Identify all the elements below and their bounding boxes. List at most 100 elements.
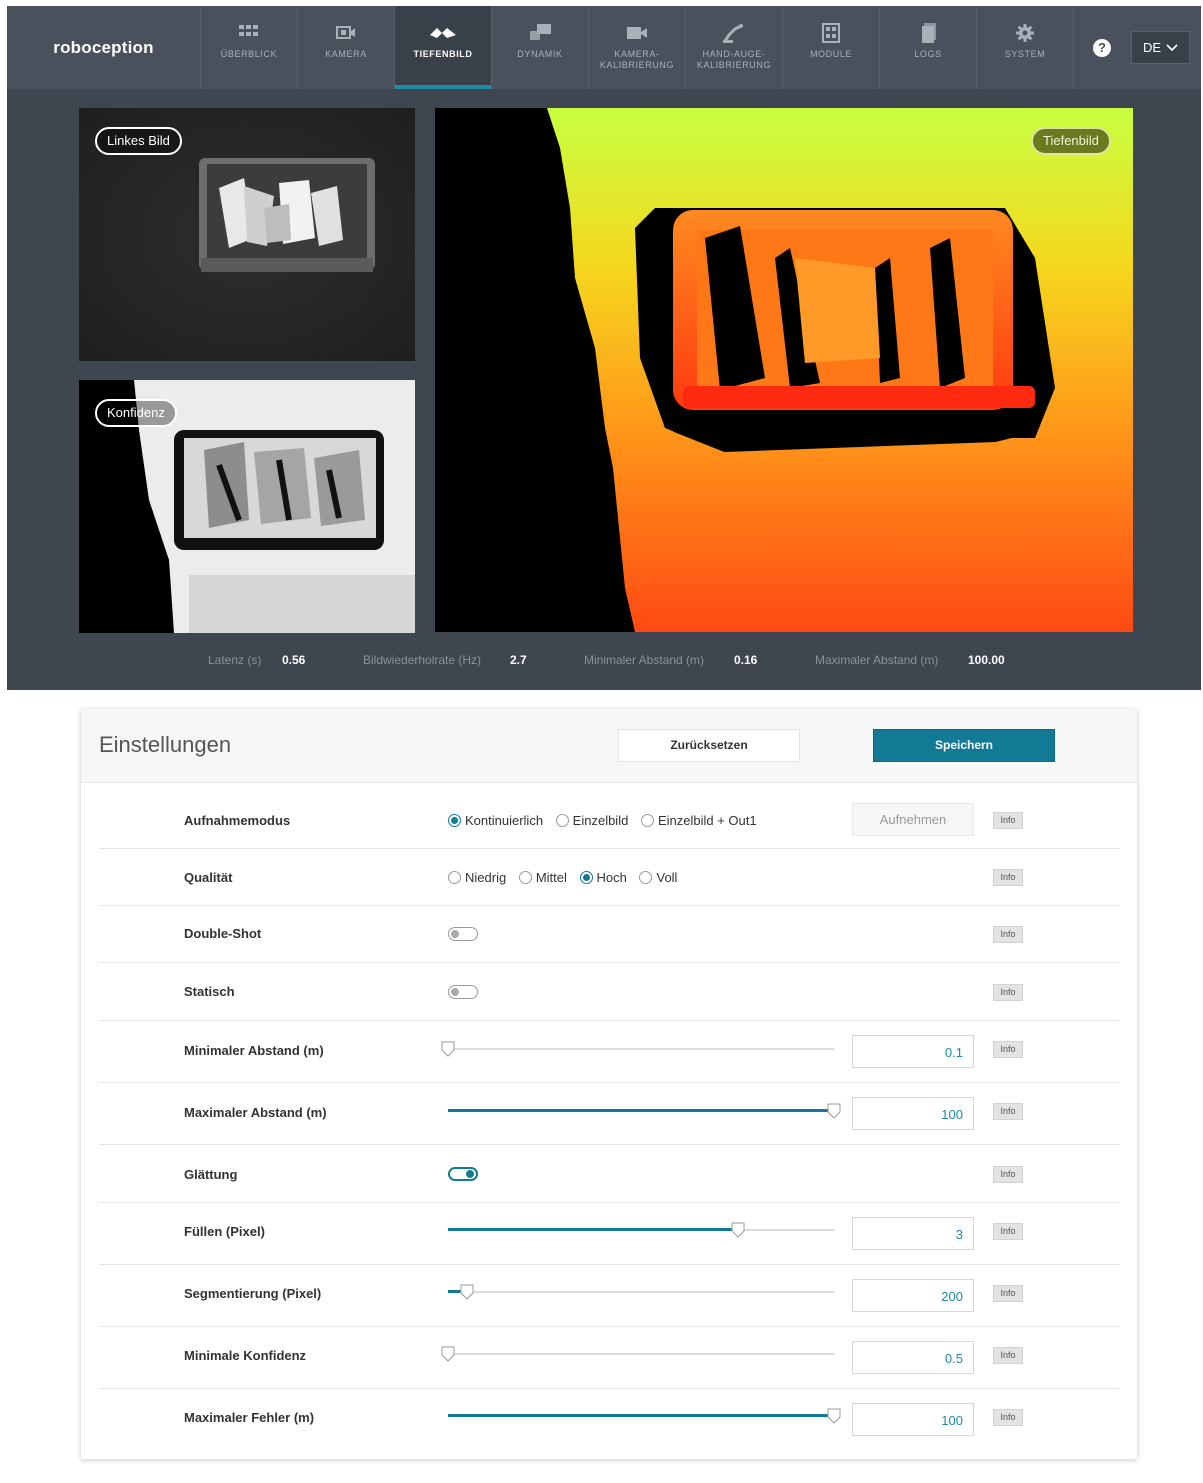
setting-label: Statisch	[184, 984, 235, 999]
capture-button[interactable]: Aufnehmen	[852, 803, 974, 836]
slider-thumb[interactable]	[460, 1284, 474, 1300]
depth-image-panel[interactable]: Tiefenbild	[435, 108, 1133, 632]
static-toggle[interactable]	[448, 985, 478, 999]
nav-item-system[interactable]: SYSTEM	[976, 6, 1073, 89]
fill-slider[interactable]	[448, 1222, 834, 1238]
nav-item-depth-image[interactable]: TIEFENBILD	[394, 6, 491, 89]
setting-label: Double-Shot	[184, 926, 262, 941]
toggle-knob	[466, 1170, 474, 1178]
radio-full[interactable]: Voll	[639, 870, 677, 885]
setting-row-min-confidence: Minimale Konfidenz 0.5 Info	[99, 1327, 1119, 1389]
setting-label: Maximaler Abstand (m)	[184, 1105, 327, 1120]
setting-row-max-distance: Maximaler Abstand (m) 100 Info	[99, 1083, 1119, 1145]
slider-track	[448, 1291, 834, 1293]
stat-label: Maximaler Abstand (m)	[815, 653, 939, 667]
nav-item-modules[interactable]: MODULE	[782, 6, 879, 89]
info-button[interactable]: Info	[993, 1347, 1023, 1364]
gear-icon	[1016, 24, 1034, 42]
radio-label: Voll	[656, 870, 678, 885]
min-confidence-slider[interactable]	[441, 1346, 834, 1362]
min-confidence-input[interactable]: 0.5	[852, 1341, 974, 1374]
nav-item-camera[interactable]: KAMERA	[297, 6, 394, 89]
radio-high[interactable]: Hoch	[579, 870, 627, 885]
setting-row-double-shot: Double-Shot Info	[99, 906, 1119, 963]
radio-label: Hoch	[596, 870, 627, 885]
fill-input[interactable]: 3	[852, 1217, 974, 1250]
radio-button[interactable]	[448, 814, 461, 827]
nav-label: TIEFENBILD	[413, 49, 473, 59]
setting-row-quality: Qualität Niedrig Mittel Hoch Voll Info	[99, 849, 1119, 906]
segmentation-input[interactable]: 200	[852, 1279, 974, 1312]
radio-single-frame-out1[interactable]: Einzelbild + Out1	[640, 813, 757, 828]
nav-label: MODULE	[809, 49, 853, 59]
setting-label: Segmentierung (Pixel)	[184, 1286, 322, 1301]
left-image-panel[interactable]: Linkes Bild	[79, 108, 415, 361]
confidence-image-panel[interactable]: Konfidenz	[79, 380, 415, 633]
depth-image-tag: Tiefenbild	[1031, 127, 1111, 155]
chevron-down-icon	[1165, 33, 1179, 75]
info-button[interactable]: Info	[993, 869, 1023, 886]
info-button[interactable]: Info	[993, 812, 1023, 829]
image-viewer: Linkes Bild Konfidenz Tiefenbild Latenz …	[7, 89, 1201, 690]
max-error-input[interactable]: 100	[852, 1403, 974, 1436]
radio-label: Einzelbild	[572, 813, 629, 828]
max-distance-input[interactable]: 100	[852, 1097, 974, 1130]
top-navigation: roboception ÜBERBLICK KAMERA TIEFENBILD …	[7, 6, 1201, 89]
acquisition-mode-radio-group: Kontinuierlich Einzelbild Einzelbild + O…	[448, 813, 766, 828]
smoothing-toggle[interactable]	[448, 1167, 478, 1181]
nav-item-camera-calibration[interactable]: KAMERA- KALIBRIERUNG	[588, 6, 685, 89]
info-button[interactable]: Info	[993, 984, 1023, 1001]
max-error-slider[interactable]	[448, 1408, 841, 1424]
radio-low[interactable]: Niedrig	[448, 870, 506, 885]
setting-label: Maximaler Fehler (m)	[184, 1410, 315, 1425]
radio-label: Kontinuierlich	[465, 813, 544, 828]
radio-button[interactable]	[448, 871, 461, 884]
grid-icon	[239, 25, 258, 36]
min-distance-slider[interactable]	[441, 1041, 834, 1057]
settings-card: Einstellungen Zurücksetzen Speichern Auf…	[81, 709, 1137, 1459]
help-icon[interactable]: ?	[1093, 39, 1111, 57]
nav-item-overview[interactable]: ÜBERBLICK	[200, 6, 297, 89]
info-button[interactable]: Info	[993, 1285, 1023, 1302]
radio-button[interactable]	[518, 871, 532, 884]
setting-row-fill: Füllen (Pixel) 3 Info	[99, 1203, 1119, 1265]
document-icon	[922, 23, 936, 43]
radio-button[interactable]	[640, 814, 654, 827]
radio-medium[interactable]: Mittel	[518, 870, 567, 885]
slider-track	[448, 1353, 834, 1355]
segmentation-slider[interactable]	[448, 1284, 834, 1300]
info-button[interactable]: Info	[993, 926, 1023, 943]
double-shot-toggle[interactable]	[448, 927, 478, 941]
info-button[interactable]: Info	[993, 1166, 1023, 1183]
info-button[interactable]: Info	[993, 1409, 1023, 1426]
slider-fill	[448, 1228, 738, 1231]
setting-label: Füllen (Pixel)	[184, 1224, 265, 1239]
info-button[interactable]: Info	[993, 1041, 1023, 1058]
max-distance-slider[interactable]	[448, 1103, 841, 1119]
slider-thumb[interactable]	[827, 1408, 841, 1424]
nav-item-hand-eye-calibration[interactable]: HAND-AUGE- KALIBRIERUNG	[685, 6, 782, 89]
radio-button[interactable]	[639, 871, 653, 884]
save-button[interactable]: Speichern	[873, 729, 1055, 762]
info-button[interactable]: Info	[993, 1103, 1023, 1120]
brand-logo[interactable]: roboception	[7, 6, 200, 89]
min-distance-input[interactable]: 0.1	[852, 1035, 974, 1068]
language-select[interactable]: DE	[1131, 31, 1190, 64]
radio-button[interactable]	[555, 814, 569, 827]
slider-thumb[interactable]	[441, 1041, 455, 1057]
slider-thumb[interactable]	[827, 1103, 841, 1119]
stat-value: 2.7	[510, 653, 527, 667]
radio-continuous[interactable]: Kontinuierlich	[448, 813, 543, 828]
radio-single-frame[interactable]: Einzelbild	[555, 813, 629, 828]
camera-icon	[336, 26, 355, 39]
info-button[interactable]: Info	[993, 1223, 1023, 1240]
reset-button[interactable]: Zurücksetzen	[618, 729, 800, 762]
nav-item-dynamics[interactable]: DYNAMIK	[491, 6, 588, 89]
nav-item-logs[interactable]: LOGS	[879, 6, 976, 89]
stat-label: Minimaler Abstand (m)	[584, 653, 705, 667]
nav-label: SYSTEM	[1004, 49, 1046, 59]
slider-thumb[interactable]	[441, 1346, 455, 1362]
toggle-knob	[451, 930, 459, 938]
radio-button[interactable]	[579, 871, 593, 884]
slider-thumb[interactable]	[731, 1222, 745, 1238]
